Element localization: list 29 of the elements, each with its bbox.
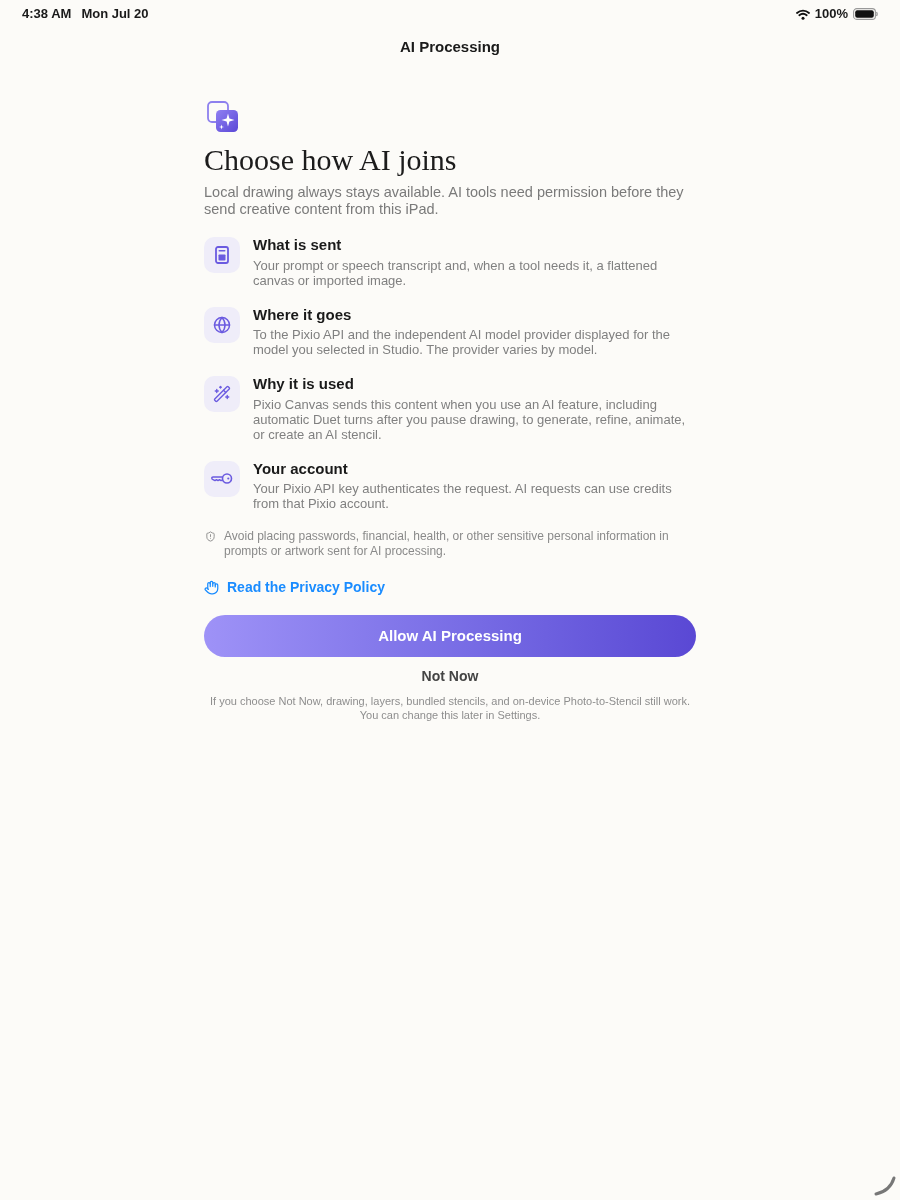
allow-ai-processing-button[interactable]: Allow AI Processing <box>204 615 696 657</box>
status-time: 4:38 AM <box>22 5 72 24</box>
privacy-note: Avoid placing passwords, financial, health, or other sensitive personal information in prompts or artwork sent for AI processing. <box>224 528 670 559</box>
hand-icon <box>204 579 219 595</box>
battery-icon <box>853 8 878 20</box>
page-subtitle: Local drawing always stays available. AI tools need permission before they send creative content from this iPad. <box>204 184 685 218</box>
feature-title: Where it goes <box>253 304 353 325</box>
feature-title: Why it is used <box>253 374 355 394</box>
feature-description: Your Pixio API key authenticates the request. AI requests can use credits from that Pixio account. <box>253 481 673 511</box>
shield-alert-icon <box>205 530 216 542</box>
privacy-policy-link[interactable]: Read the Privacy Policy <box>204 578 385 596</box>
feature-description: To the Pixio API and the independent AI model provider displayed for the model you selected in Studio. The provider varies by model. <box>253 327 671 357</box>
key-icon <box>211 473 233 484</box>
magic-wand-icon <box>213 385 231 403</box>
battery-percent: 100% <box>814 5 848 24</box>
wifi-icon <box>795 8 810 20</box>
globe-icon <box>213 315 231 334</box>
corner-arc-icon <box>874 1176 896 1196</box>
document-icon <box>215 246 229 264</box>
sparkle-layers-icon <box>207 101 239 133</box>
feature-title: Your account <box>253 458 349 479</box>
footer-note: If you choose Not Now, drawing, layers, bundled stencils, and on-device Photo-to-Stencil still work. You can change this later in Settings. <box>209 694 691 722</box>
feature-title: What is sent <box>253 235 343 255</box>
status-date: Mon Jul 20 <box>81 5 149 24</box>
screen-title: AI Processing <box>399 37 500 57</box>
feature-description: Your prompt or speech transcript and, when a tool needs it, a flattened canvas or imported image. <box>253 257 659 288</box>
not-now-button[interactable]: Not Now <box>421 667 479 685</box>
page-heading: Choose how AI joins <box>204 142 458 178</box>
feature-description: Pixio Canvas sends this content when you use an AI feature, including automatic Duet turns after you pause drawing, to generate, refine, animate, or create an AI stencil. <box>253 396 687 442</box>
